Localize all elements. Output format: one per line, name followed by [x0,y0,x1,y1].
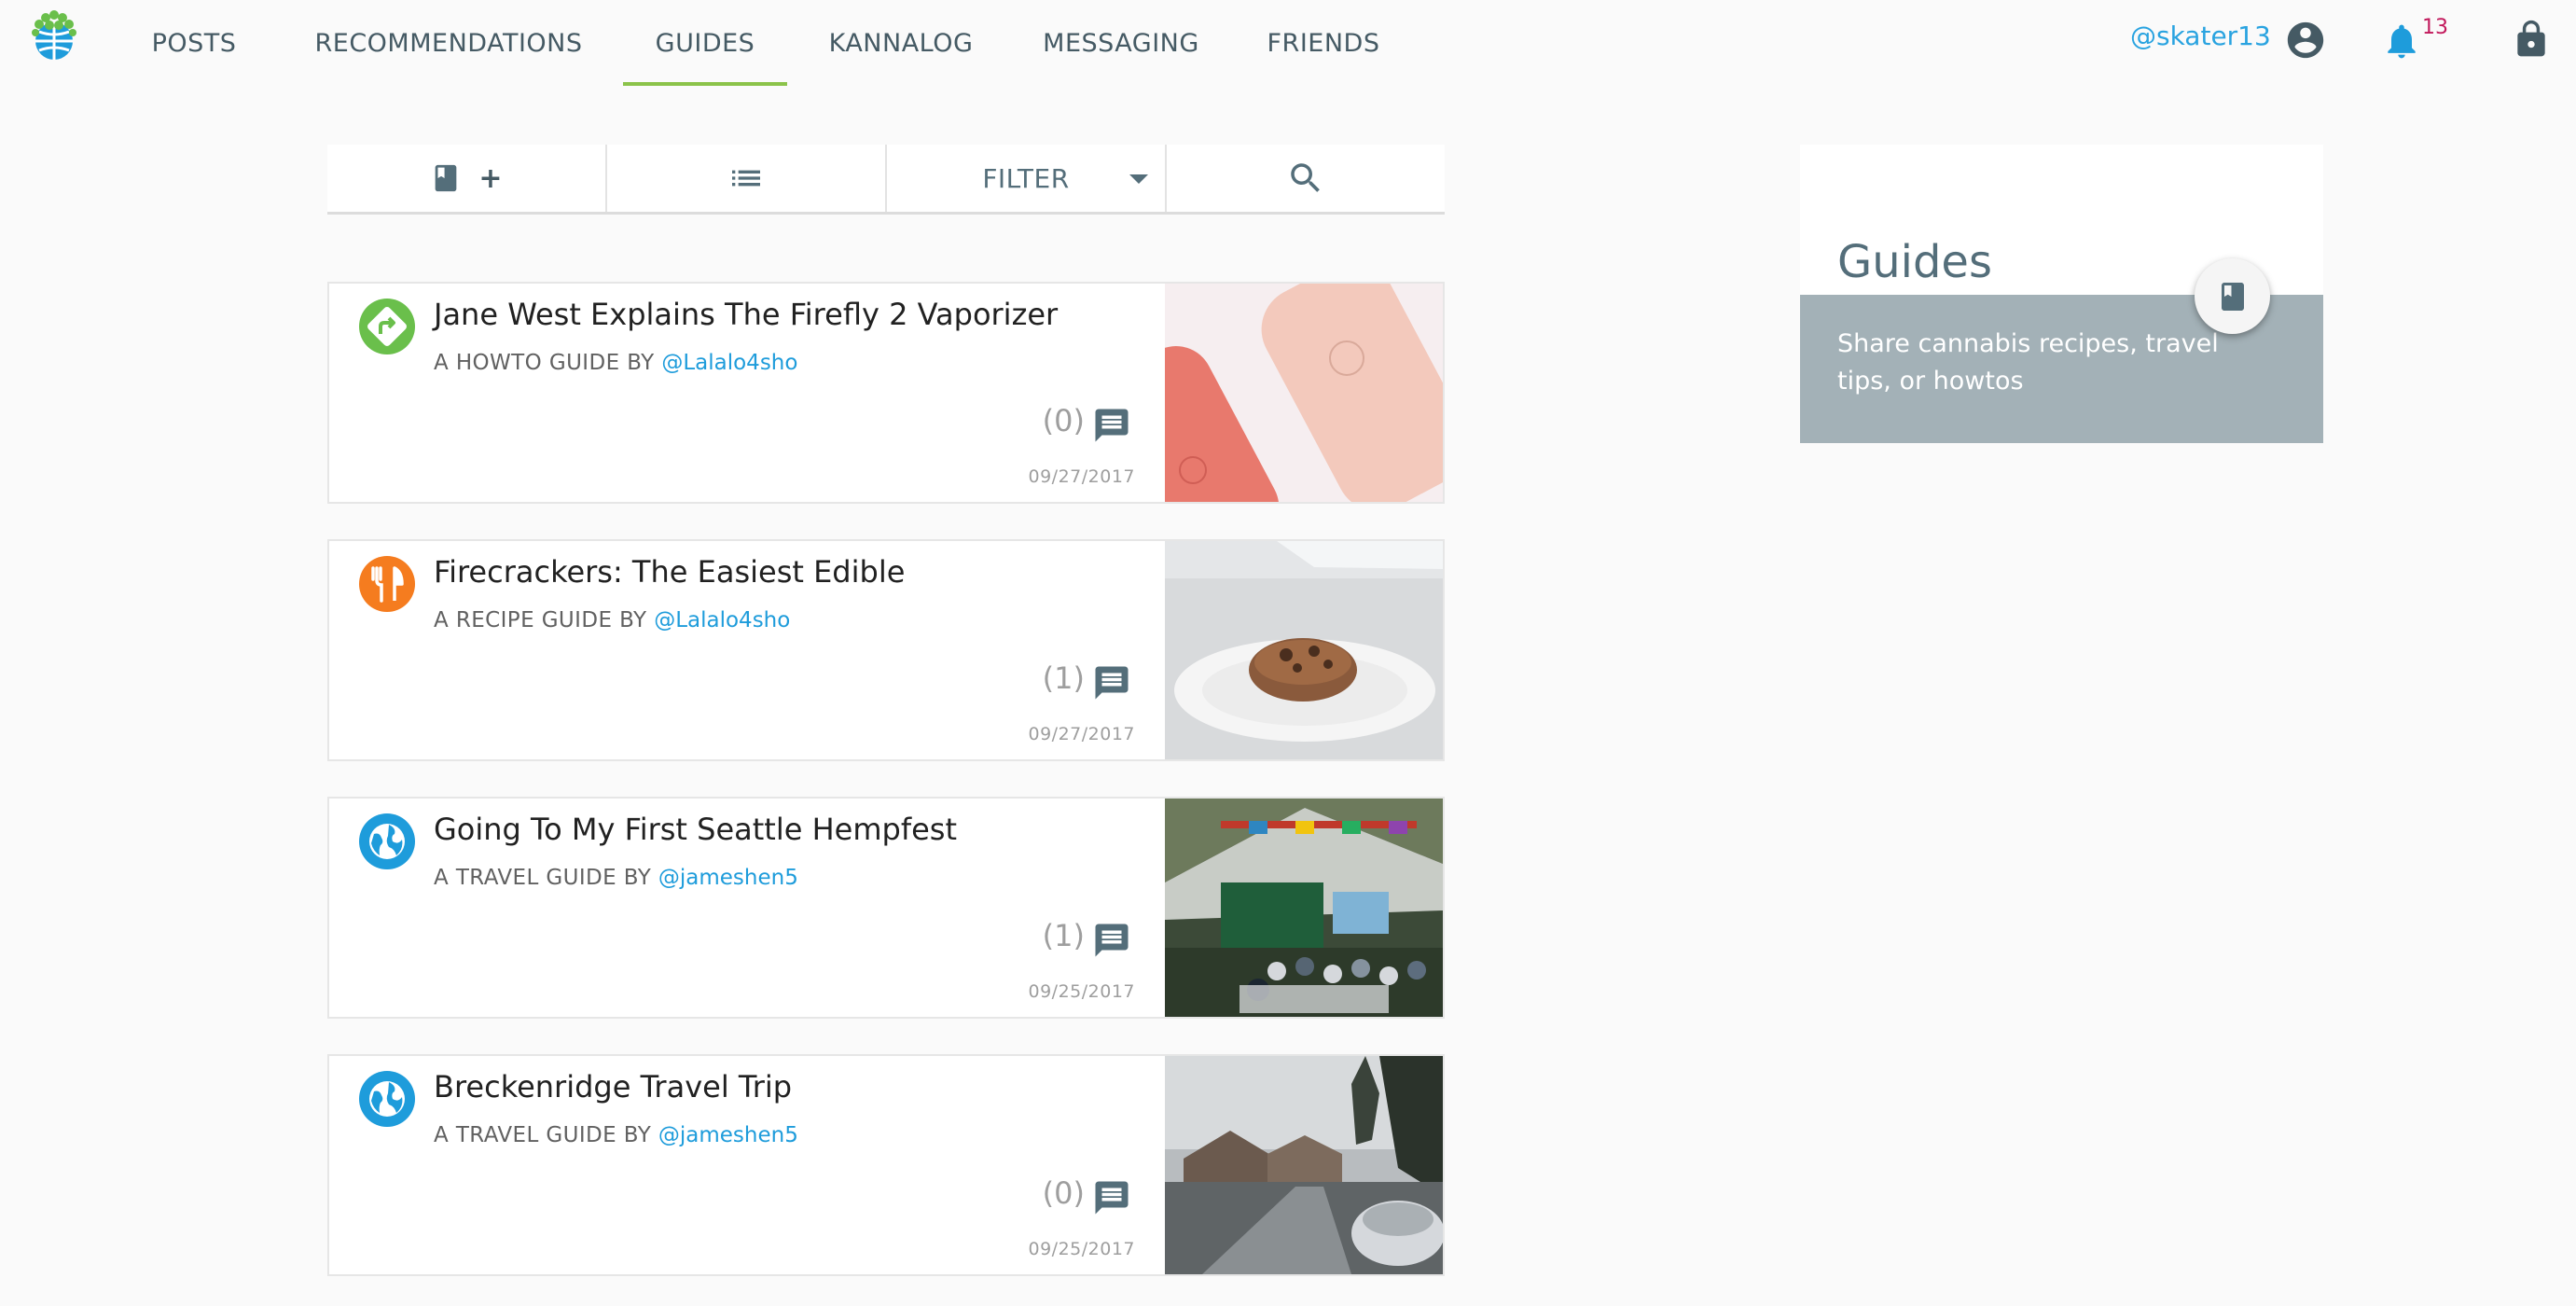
restaurant-icon [359,556,415,612]
caret-down-icon [1129,174,1148,184]
guide-type: A HOWTO GUIDE BY [434,351,662,375]
comment-icon[interactable] [1091,921,1132,960]
guide-title: Breckenridge Travel Trip [434,1069,793,1105]
guide-card[interactable]: Jane West Explains The Firefly 2 Vaporiz… [327,282,1445,504]
guide-title: Jane West Explains The Firefly 2 Vaporiz… [434,297,1059,332]
nav-messaging[interactable]: MESSAGING [1043,0,1199,86]
add-guide-button[interactable]: + [327,145,607,212]
globe-icon [359,813,415,869]
guide-date: 09/27/2017 [1028,466,1135,487]
top-navigation: POSTS RECOMMENDATIONS GUIDES KANNALOG ME… [0,0,2576,86]
filter-label: FILTER [982,162,1070,194]
username-link[interactable]: @skater13 [2130,21,2271,51]
guide-thumbnail-hempfest[interactable] [1165,799,1443,1017]
guide-card[interactable]: Breckenridge Travel Trip A TRAVEL GUIDE … [327,1054,1445,1276]
add-plus-label: + [478,161,503,195]
guide-author-link[interactable]: @jameshen5 [658,1123,798,1147]
comment-count: (1) [1042,660,1085,696]
guide-author-link[interactable]: @Lalalo4sho [654,608,790,632]
guide-author-link[interactable]: @jameshen5 [658,866,798,890]
guide-author-link[interactable]: @Lalalo4sho [661,351,797,375]
panel-title: Guides [1837,236,1992,288]
comment-count: (0) [1042,403,1085,438]
notification-count-badge: 13 [2422,16,2448,39]
guide-thumbnail-vaporizer[interactable] [1165,284,1443,502]
nav-recommendations[interactable]: RECOMMENDATIONS [315,0,583,86]
account-circle-icon[interactable] [2284,19,2327,62]
panel-description: Share cannabis recipes, travel tips, or … [1837,329,2219,396]
guide-date: 09/25/2017 [1028,1239,1135,1259]
guide-date: 09/27/2017 [1028,724,1135,744]
guide-date: 09/25/2017 [1028,981,1135,1002]
filter-dropdown[interactable]: FILTER [887,145,1167,212]
guide-thumbnail-breckenridge[interactable] [1165,1056,1443,1274]
guide-subtitle: A TRAVEL GUIDE BY @jameshen5 [434,866,798,890]
new-guide-fab-button[interactable] [2195,258,2270,334]
comment-count: (0) [1042,1175,1085,1211]
search-button[interactable] [1167,145,1445,212]
nav-guides[interactable]: GUIDES [623,0,787,86]
guide-title: Firecrackers: The Easiest Edible [434,554,906,590]
bell-icon[interactable] [2381,21,2422,62]
globe-icon [359,1071,415,1127]
comment-icon[interactable] [1091,1178,1132,1217]
logo-globe-icon[interactable] [26,6,82,62]
guide-thumbnail-cookie[interactable] [1165,541,1443,759]
guide-subtitle: A TRAVEL GUIDE BY @jameshen5 [434,1123,798,1147]
nav-posts[interactable]: POSTS [151,0,237,86]
guide-type: A RECIPE GUIDE BY [434,608,655,632]
list-icon [732,170,760,187]
search-icon [1291,163,1320,192]
guide-card[interactable]: Firecrackers: The Easiest Edible A RECIP… [327,539,1445,761]
guide-card[interactable]: Going To My First Seattle Hempfest A TRA… [327,797,1445,1019]
book-icon [436,164,457,192]
book-icon [2221,282,2244,311]
nav-friends[interactable]: FRIENDS [1267,0,1379,86]
guide-subtitle: A RECIPE GUIDE BY @Lalalo4sho [434,608,790,632]
list-view-button[interactable] [607,145,887,212]
comment-count: (1) [1042,918,1085,953]
guide-type: A TRAVEL GUIDE BY [434,1123,658,1147]
directions-icon [359,299,415,354]
comment-icon[interactable] [1091,406,1132,445]
lock-icon[interactable] [2511,17,2552,62]
guide-subtitle: A HOWTO GUIDE BY @Lalalo4sho [434,351,797,375]
comment-icon[interactable] [1091,663,1132,702]
guide-title: Going To My First Seattle Hempfest [434,812,957,847]
guide-type: A TRAVEL GUIDE BY [434,866,658,890]
guides-info-panel: Guides Share cannabis recipes, travel ti… [1800,145,2323,443]
nav-kannalog[interactable]: KANNALOG [829,0,973,86]
guides-toolbar: + FILTER [327,145,1445,215]
